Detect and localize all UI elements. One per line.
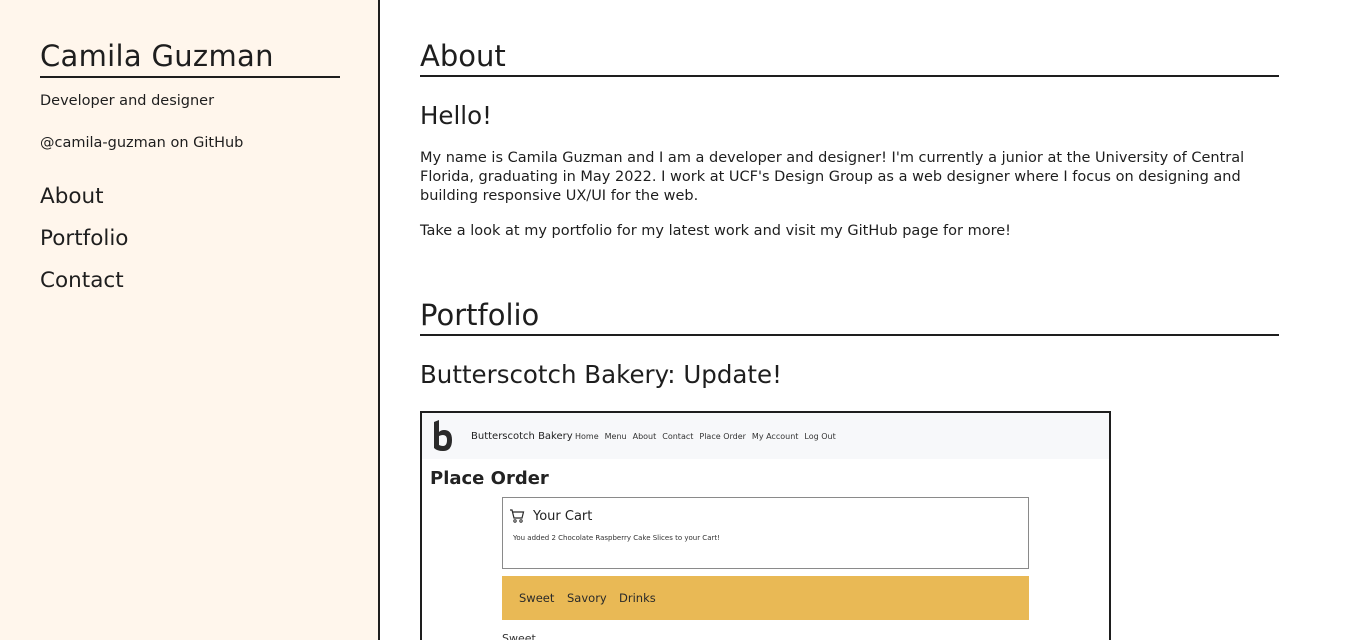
project-screenshot: Butterscotch Bakery Home Menu About Cont… bbox=[420, 411, 1111, 640]
sidebar-nav: About Portfolio Contact bbox=[40, 183, 128, 309]
screenshot-link-contact: Contact bbox=[662, 432, 694, 441]
project-title: Butterscotch Bakery: Update! bbox=[420, 360, 782, 389]
screenshot-navbar: Butterscotch Bakery Home Menu About Cont… bbox=[422, 413, 1109, 459]
cart-icon bbox=[510, 509, 525, 523]
tagline: Developer and designer bbox=[40, 93, 215, 109]
about-paragraph: My name is Camila Guzman and I am a deve… bbox=[420, 150, 1245, 204]
site-name[interactable]: Camila Guzman bbox=[40, 38, 340, 78]
nav-item-contact[interactable]: Contact bbox=[40, 267, 128, 309]
screenshot-link-my-account: My Account bbox=[751, 432, 799, 441]
screenshot-heading: Place Order bbox=[430, 468, 549, 489]
screenshot-category-bar: Sweet Savory Drinks bbox=[502, 576, 1029, 620]
screenshot-category-savory: Savory bbox=[567, 591, 607, 605]
sidebar: Camila Guzman Developer and designer @ca… bbox=[0, 0, 380, 640]
screenshot-cart-title: Your Cart bbox=[533, 509, 593, 524]
screenshot-nav-links: Home Menu About Contact Place Order My A… bbox=[575, 432, 842, 441]
screenshot-cart-box: Your Cart You added 2 Chocolate Raspberr… bbox=[502, 497, 1029, 569]
screenshot-section-label: Sweet bbox=[502, 632, 536, 640]
nav-item-portfolio[interactable]: Portfolio bbox=[40, 225, 128, 267]
greeting-heading: Hello! bbox=[420, 101, 492, 130]
screenshot-cart-message: You added 2 Chocolate Raspberry Cake Sli… bbox=[513, 534, 720, 542]
screenshot-link-about: About bbox=[632, 432, 657, 441]
nav-item-about[interactable]: About bbox=[40, 183, 128, 225]
bakery-logo-icon bbox=[434, 420, 452, 451]
screenshot-link-place-order: Place Order bbox=[699, 432, 746, 441]
screenshot-link-menu: Menu bbox=[604, 432, 627, 441]
github-link[interactable]: @camila-guzman on GitHub bbox=[40, 135, 243, 151]
screenshot-brand: Butterscotch Bakery bbox=[471, 431, 573, 442]
screenshot-link-log-out: Log Out bbox=[804, 432, 836, 441]
portfolio-heading: Portfolio bbox=[420, 298, 1279, 336]
screenshot-link-home: Home bbox=[575, 432, 599, 441]
about-paragraph-links: Take a look at my portfolio for my lates… bbox=[420, 223, 1011, 239]
screenshot-category-drinks: Drinks bbox=[619, 591, 656, 605]
about-heading: About bbox=[420, 39, 1279, 77]
screenshot-category-sweet: Sweet bbox=[519, 591, 555, 605]
